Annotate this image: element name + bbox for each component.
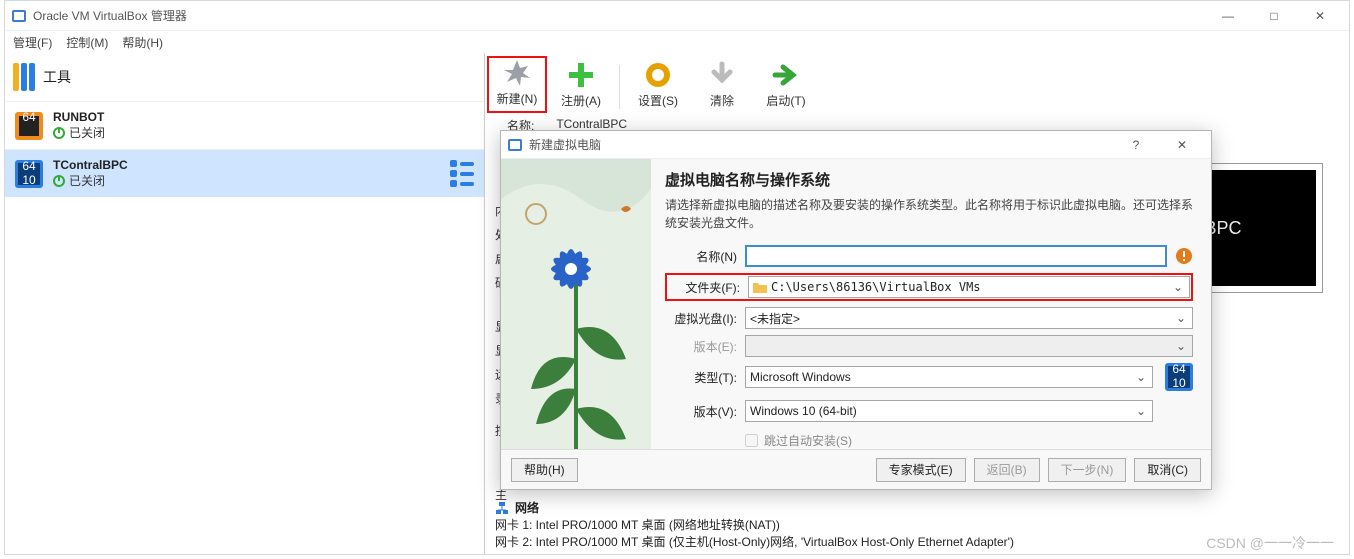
main-minimize-button[interactable]: —: [1205, 1, 1251, 31]
toolbar-discard-button[interactable]: 清除: [692, 60, 752, 113]
form-row-type: 类型(T): Microsoft Windows 6410: [665, 363, 1193, 391]
form-row-version-e: 版本(E):: [665, 335, 1193, 357]
folder-select[interactable]: C:\Users\86136\VirtualBox VMs: [748, 276, 1190, 298]
tools-row[interactable]: 工具: [5, 53, 484, 101]
left-pane: 工具 64 RUNBOT 已关闭: [5, 53, 485, 554]
svg-text:64: 64: [22, 112, 36, 124]
type-select[interactable]: Microsoft Windows: [745, 366, 1153, 388]
form-row-iso: 虚拟光盘(I): <未指定>: [665, 307, 1193, 329]
vm-os-icon: 64: [15, 112, 43, 140]
menu-control[interactable]: 控制(M): [66, 34, 108, 51]
main-toolbar: 新建(N) 注册(A) 设置(S) 清除 启动(T): [485, 53, 1349, 113]
folder-label: 文件夹(F):: [668, 279, 740, 296]
toolbar-new-button[interactable]: 新建(N): [487, 56, 547, 113]
dialog-titlebar: 新建虚拟电脑 ? ✕: [501, 131, 1211, 159]
vm-item-runbot[interactable]: 64 RUNBOT 已关闭: [5, 101, 484, 149]
watermark: CSDN @一一冷一一: [1206, 533, 1334, 553]
dialog-description: 请选择新虚拟电脑的描述名称及要安装的操作系统类型。此名称将用于标识此虚拟电脑。还…: [665, 196, 1193, 232]
name-warning-icon: [1175, 247, 1193, 265]
vm-state: 已关闭: [53, 124, 105, 141]
expert-mode-button[interactable]: 专家模式(E): [876, 458, 966, 482]
version-label: 版本(V):: [665, 403, 737, 420]
vm-name: TContralBPC: [53, 158, 128, 172]
start-arrow-icon: [771, 60, 801, 90]
gear-icon: [643, 60, 673, 90]
power-off-icon: [53, 175, 65, 187]
version-e-select: [745, 335, 1193, 357]
menu-help[interactable]: 帮助(H): [122, 34, 163, 51]
dialog-help-button[interactable]: ?: [1113, 130, 1159, 160]
dialog-form-area: 虚拟电脑名称与操作系统 请选择新虚拟电脑的描述名称及要安装的操作系统类型。此名称…: [651, 159, 1211, 449]
form-row-folder: 文件夹(F): C:\Users\86136\VirtualBox VMs: [665, 273, 1193, 301]
skip-auto-install-row: 跳过自动安装(S): [665, 432, 1193, 449]
svg-text:64: 64: [22, 160, 36, 173]
menu-file[interactable]: 管理(F): [13, 34, 52, 51]
type-label: 类型(T):: [665, 369, 737, 386]
plus-icon: [566, 60, 596, 90]
toolbar-settings-button[interactable]: 设置(S): [628, 60, 688, 113]
iso-label: 虚拟光盘(I):: [665, 310, 737, 327]
discard-arrow-icon: [707, 60, 737, 90]
dialog-title: 新建虚拟电脑: [529, 136, 1113, 153]
skip-checkbox: [745, 434, 758, 447]
dialog-app-icon: [507, 137, 523, 153]
next-button: 下一步(N): [1048, 458, 1127, 482]
folder-icon: [753, 281, 767, 293]
iso-select[interactable]: <未指定>: [745, 307, 1193, 329]
network-adapter-1: 网卡 1: Intel PRO/1000 MT 桌面 (网络地址转换(NAT)): [495, 516, 1339, 533]
vm-os-icon: 6410: [15, 160, 43, 188]
new-vm-dialog: 新建虚拟电脑 ? ✕ 虚拟电脑名称与操作系统 请选择新虚拟电脑: [500, 130, 1212, 490]
tools-label: 工具: [43, 67, 71, 87]
main-maximize-button[interactable]: □: [1251, 1, 1297, 31]
main-title: Oracle VM VirtualBox 管理器: [33, 7, 1205, 24]
toolbar-separator: [619, 65, 620, 109]
svg-text:10: 10: [22, 173, 36, 187]
name-input[interactable]: [745, 245, 1167, 267]
vm-details-toggle-icon[interactable]: [450, 160, 474, 187]
main-titlebar: Oracle VM VirtualBox 管理器 — □ ✕: [5, 1, 1349, 31]
help-button[interactable]: 帮助(H): [511, 458, 578, 482]
dialog-close-button[interactable]: ✕: [1159, 130, 1205, 160]
cancel-button[interactable]: 取消(C): [1134, 458, 1201, 482]
svg-text:10: 10: [1172, 376, 1186, 390]
version-select[interactable]: Windows 10 (64-bit): [745, 400, 1153, 422]
new-starburst-icon: [502, 58, 532, 88]
dialog-footer: 帮助(H) 专家模式(E) 返回(B) 下一步(N) 取消(C): [501, 449, 1211, 489]
vm-name: RUNBOT: [53, 110, 105, 124]
toolbar-add-button[interactable]: 注册(A): [551, 60, 611, 113]
version-e-label: 版本(E):: [665, 338, 737, 355]
virtualbox-app-icon: [11, 8, 27, 24]
main-close-button[interactable]: ✕: [1297, 1, 1343, 31]
toolbar-start-button[interactable]: 启动(T): [756, 60, 816, 113]
vm-list: 64 RUNBOT 已关闭 6410 TContr: [5, 101, 484, 554]
vm-item-tcontralbpc[interactable]: 6410 TContralBPC 已关闭: [5, 149, 484, 197]
network-icon: [495, 501, 509, 515]
form-row-name: 名称(N): [665, 245, 1193, 267]
form-row-version: 版本(V): Windows 10 (64-bit): [665, 397, 1193, 425]
back-button: 返回(B): [974, 458, 1040, 482]
svg-text:64: 64: [1172, 363, 1186, 376]
main-menubar: 管理(F) 控制(M) 帮助(H): [5, 31, 1349, 53]
name-label: 名称(N): [665, 248, 737, 265]
vm-state: 已关闭: [53, 172, 128, 189]
tools-icon: [13, 63, 35, 91]
dialog-illustration: [501, 159, 651, 449]
power-off-icon: [53, 127, 65, 139]
os-family-icon: 6410: [1165, 363, 1193, 391]
dialog-heading: 虚拟电脑名称与操作系统: [665, 169, 1193, 190]
